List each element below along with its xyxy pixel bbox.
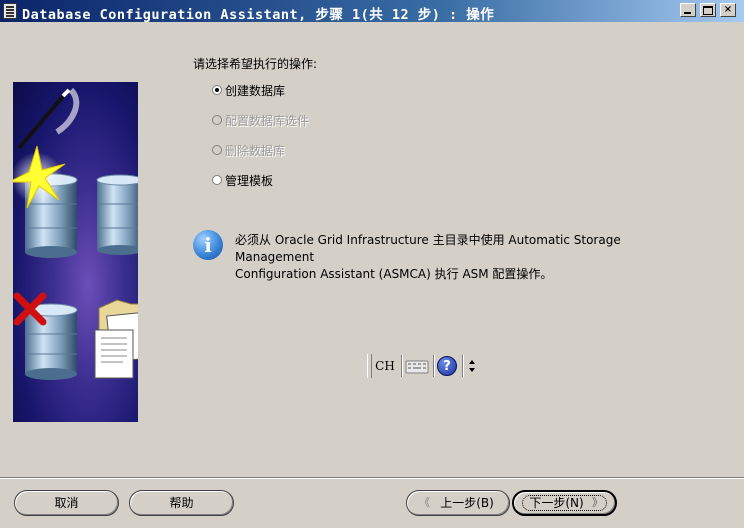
option-label: 创建数据库	[225, 84, 286, 98]
toolbar-separator	[401, 355, 402, 377]
window-title: Database Configuration Assistant, 步骤 1(共…	[22, 7, 495, 23]
back-button[interactable]: 《 上一步(B)	[406, 490, 510, 516]
toolbar-separator	[462, 355, 463, 377]
keyboard-icon[interactable]	[405, 357, 429, 375]
toolbar-menu-icon[interactable]	[467, 356, 477, 376]
chevron-left-icon: 《	[419, 496, 430, 509]
radio-configure-options	[212, 115, 222, 125]
database-illustration-icon	[13, 87, 138, 380]
info-line-2: Configuration Assistant (ASMCA) 执行 ASM 配…	[235, 267, 553, 281]
cancel-button[interactable]: 取消	[14, 490, 119, 516]
maximize-button[interactable]	[700, 3, 716, 17]
divider	[0, 477, 744, 479]
radio-create-database[interactable]	[212, 85, 222, 95]
next-button[interactable]: 下一步(N) 》	[512, 490, 617, 516]
option-label: 管理模板	[225, 174, 274, 188]
close-icon: ×	[723, 4, 733, 15]
radio-manage-templates[interactable]	[212, 175, 222, 185]
minimize-button[interactable]	[680, 3, 696, 17]
chevron-right-icon: 》	[592, 496, 603, 509]
info-icon: i	[193, 230, 223, 260]
wizard-illustration	[13, 82, 138, 422]
title-bar[interactable]: Database Configuration Assistant, 步骤 1(共…	[0, 0, 744, 23]
help-icon[interactable]: ?	[437, 356, 457, 376]
info-line-1: 必须从 Oracle Grid Infrastructure 主目录中使用 Au…	[235, 233, 621, 264]
app-icon[interactable]	[3, 3, 17, 19]
operation-prompt: 请选择希望执行的操作:	[193, 57, 318, 71]
help-button[interactable]: 帮助	[129, 490, 234, 516]
option-label: 删除数据库	[225, 144, 286, 158]
ime-mode-button[interactable]: CH	[372, 356, 398, 376]
close-button[interactable]: ×	[720, 3, 736, 17]
toolbar-separator	[433, 355, 434, 377]
option-label: 配置数据库选件	[225, 114, 310, 128]
ime-toolbar[interactable]: CH ?	[367, 352, 483, 380]
back-label: 上一步(B)	[440, 496, 494, 510]
info-message: 必须从 Oracle Grid Infrastructure 主目录中使用 Au…	[235, 232, 695, 283]
radio-delete-database	[212, 145, 222, 155]
